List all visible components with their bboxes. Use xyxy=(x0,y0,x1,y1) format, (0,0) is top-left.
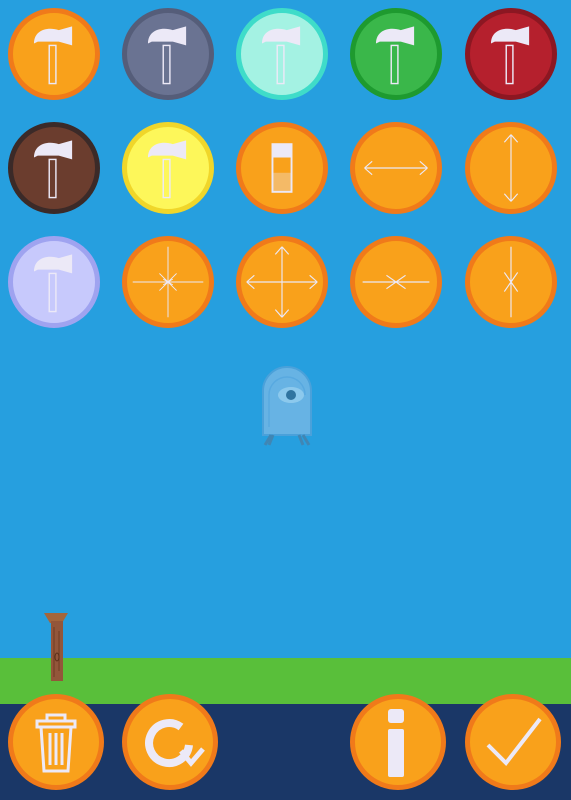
tool-button-11[interactable] xyxy=(8,236,100,328)
tool-button-10[interactable] xyxy=(465,122,557,214)
tool-button-15[interactable] xyxy=(465,236,557,328)
tool-button-1[interactable] xyxy=(8,8,100,100)
info-button[interactable] xyxy=(350,694,446,790)
wooden-stake-icon xyxy=(44,613,68,681)
tool-button-14[interactable] xyxy=(350,236,442,328)
tool-button-13[interactable] xyxy=(236,236,328,328)
tool-button-5[interactable] xyxy=(465,8,557,100)
hammer-icon xyxy=(490,26,530,85)
four-way-arrows-icon xyxy=(246,246,318,318)
hammer-icon xyxy=(261,26,301,85)
tool-button-4[interactable] xyxy=(350,8,442,100)
trash-icon xyxy=(35,713,77,773)
vertical-compress-icon xyxy=(503,246,519,318)
confirm-button[interactable] xyxy=(465,694,561,790)
tool-button-9[interactable] xyxy=(350,122,442,214)
trash-button[interactable] xyxy=(8,694,104,790)
hammer-icon xyxy=(33,26,73,85)
hammer-icon xyxy=(33,254,73,313)
reset-button[interactable] xyxy=(122,694,218,790)
hammer-icon xyxy=(147,26,187,85)
checkmark-icon xyxy=(486,717,542,767)
horizontal-arrows-icon xyxy=(364,160,428,176)
hammer-icon xyxy=(375,26,415,85)
tool-button-12[interactable] xyxy=(122,236,214,328)
hammer-icon xyxy=(33,140,73,199)
reset-icon xyxy=(145,719,205,768)
tool-button-3[interactable] xyxy=(236,8,328,100)
vertical-arrows-icon xyxy=(503,134,519,202)
tool-button-2[interactable] xyxy=(122,8,214,100)
info-icon xyxy=(388,709,404,777)
ground xyxy=(0,658,571,704)
eraser-icon xyxy=(271,143,293,193)
starburst-icon xyxy=(132,246,204,318)
horizontal-compress-icon xyxy=(362,274,430,290)
cyclops-ghost-icon xyxy=(262,366,312,446)
hammer-icon xyxy=(147,140,187,199)
tool-button-6[interactable] xyxy=(8,122,100,214)
tool-button-7[interactable] xyxy=(122,122,214,214)
tool-button-8[interactable] xyxy=(236,122,328,214)
